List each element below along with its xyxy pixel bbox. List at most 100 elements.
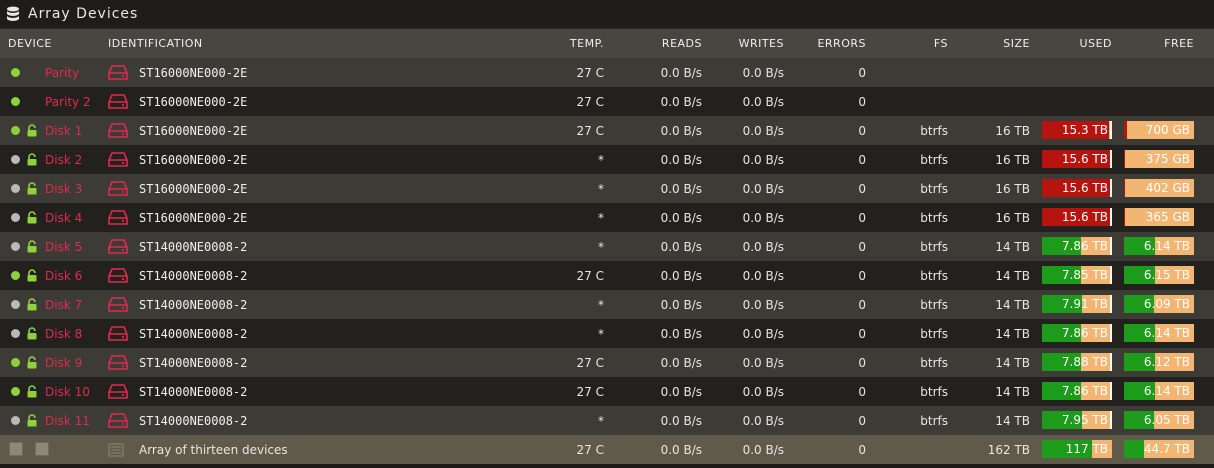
device-row: Parity ST16000NE000-2E 27 C 0.0 B/s 0.0 … bbox=[0, 58, 1214, 87]
hard-drive-icon[interactable] bbox=[108, 412, 128, 429]
status-dot-icon bbox=[11, 271, 20, 280]
device-row: Disk 8 ST14000NE0008-2 * 0.0 B/s 0.0 B/s… bbox=[0, 319, 1214, 348]
device-row: Parity 2 ST16000NE000-2E 27 C 0.0 B/s 0.… bbox=[0, 87, 1214, 116]
device-name-link[interactable]: Disk 6 bbox=[45, 261, 82, 290]
status-dot-icon bbox=[11, 184, 20, 193]
unlock-icon bbox=[27, 414, 37, 427]
reads-value: 0.0 B/s bbox=[660, 384, 702, 399]
device-name-link[interactable]: Parity bbox=[45, 58, 79, 87]
device-row: Disk 3 ST16000NE000-2E * 0.0 B/s 0.0 B/s… bbox=[0, 174, 1214, 203]
device-name-link[interactable]: Disk 10 bbox=[45, 377, 90, 406]
device-identification[interactable]: ST14000NE0008-2 bbox=[139, 319, 251, 348]
device-identification[interactable]: ST14000NE0008-2 bbox=[139, 290, 251, 319]
unlock-icon bbox=[27, 124, 37, 137]
hard-drive-icon[interactable] bbox=[108, 267, 128, 284]
temp-value: * bbox=[598, 326, 604, 341]
size-value: 14 TB bbox=[995, 239, 1030, 254]
reads-value: 0.0 B/s bbox=[660, 94, 702, 109]
temp-value: * bbox=[598, 210, 604, 225]
fs-value: btrfs bbox=[920, 239, 948, 254]
device-identification[interactable]: ST16000NE000-2E bbox=[139, 145, 251, 174]
used-bar: 7.95 TB bbox=[1042, 411, 1112, 429]
panel-titlebar: Array Devices bbox=[0, 0, 1214, 29]
hard-drive-icon[interactable] bbox=[108, 354, 128, 371]
device-identification[interactable]: ST16000NE000-2E bbox=[139, 203, 251, 232]
device-row: Disk 2 ST16000NE000-2E * 0.0 B/s 0.0 B/s… bbox=[0, 145, 1214, 174]
device-identification[interactable]: ST16000NE000-2E bbox=[139, 116, 251, 145]
device-identification[interactable]: ST14000NE0008-2 bbox=[139, 377, 251, 406]
device-row: Disk 11 ST14000NE0008-2 * 0.0 B/s 0.0 B/… bbox=[0, 406, 1214, 435]
total-errors: 0 bbox=[858, 442, 866, 457]
hard-drive-icon[interactable] bbox=[108, 64, 128, 81]
free-value: 6.14 TB bbox=[1143, 384, 1190, 398]
used-bar: 7.86 TB bbox=[1042, 382, 1112, 400]
hard-drive-icon[interactable] bbox=[108, 209, 128, 226]
device-identification[interactable]: ST14000NE0008-2 bbox=[139, 232, 251, 261]
used-value: 7.95 TB bbox=[1061, 413, 1108, 427]
unlock-icon bbox=[27, 182, 37, 195]
free-bar: 402 GB bbox=[1124, 179, 1194, 197]
writes-value: 0.0 B/s bbox=[742, 326, 784, 341]
free-bar: 6.14 TB bbox=[1124, 237, 1194, 255]
temp-value: 27 C bbox=[576, 94, 604, 109]
fs-value: btrfs bbox=[920, 210, 948, 225]
device-name-link[interactable]: Disk 7 bbox=[45, 290, 82, 319]
hard-drive-icon[interactable] bbox=[108, 238, 128, 255]
writes-value: 0.0 B/s bbox=[742, 384, 784, 399]
free-value: 365 GB bbox=[1145, 210, 1190, 224]
device-name-link[interactable]: Disk 11 bbox=[45, 406, 90, 435]
hard-drive-icon[interactable] bbox=[108, 383, 128, 400]
device-name-link[interactable]: Disk 2 bbox=[45, 145, 82, 174]
device-name-link[interactable]: Disk 1 bbox=[45, 116, 82, 145]
device-identification[interactable]: ST16000NE000-2E bbox=[139, 174, 251, 203]
device-identification[interactable]: ST14000NE0008-2 bbox=[139, 348, 251, 377]
collapse-down-button[interactable] bbox=[9, 442, 23, 456]
size-value: 14 TB bbox=[995, 326, 1030, 341]
errors-value: 0 bbox=[858, 268, 866, 283]
used-bar: 7.91 TB bbox=[1042, 295, 1112, 313]
hard-drive-icon[interactable] bbox=[108, 93, 128, 110]
device-row: Disk 4 ST16000NE000-2E * 0.0 B/s 0.0 B/s… bbox=[0, 203, 1214, 232]
reads-value: 0.0 B/s bbox=[660, 65, 702, 80]
device-identification[interactable]: ST14000NE0008-2 bbox=[139, 261, 251, 290]
status-dot-icon bbox=[11, 155, 20, 164]
device-name-link[interactable]: Disk 4 bbox=[45, 203, 82, 232]
device-identification[interactable]: ST16000NE000-2E bbox=[139, 58, 251, 87]
used-value: 7.91 TB bbox=[1061, 297, 1108, 311]
col-free: FREE bbox=[1164, 37, 1194, 50]
used-bar: 7.86 TB bbox=[1042, 324, 1112, 342]
unlock-icon bbox=[27, 298, 37, 311]
list-icon bbox=[108, 443, 124, 457]
hard-drive-icon[interactable] bbox=[108, 180, 128, 197]
free-bar: 6.15 TB bbox=[1124, 266, 1194, 284]
errors-value: 0 bbox=[858, 413, 866, 428]
device-name-link[interactable]: Parity 2 bbox=[45, 87, 91, 116]
device-name-link[interactable]: Disk 3 bbox=[45, 174, 82, 203]
hard-drive-icon[interactable] bbox=[108, 151, 128, 168]
collapse-up-button[interactable] bbox=[35, 442, 49, 456]
hard-drive-icon[interactable] bbox=[108, 325, 128, 342]
writes-value: 0.0 B/s bbox=[742, 94, 784, 109]
used-bar-marker bbox=[1110, 121, 1112, 139]
size-value: 14 TB bbox=[995, 297, 1030, 312]
status-dot-icon bbox=[11, 329, 20, 338]
fs-value bbox=[890, 58, 948, 87]
fs-value: btrfs bbox=[920, 268, 948, 283]
device-row: Disk 7 ST14000NE0008-2 * 0.0 B/s 0.0 B/s… bbox=[0, 290, 1214, 319]
total-free-fill bbox=[1124, 440, 1144, 458]
free-value: 6.12 TB bbox=[1143, 355, 1190, 369]
hard-drive-icon[interactable] bbox=[108, 296, 128, 313]
writes-value: 0.0 B/s bbox=[742, 65, 784, 80]
device-identification[interactable]: ST16000NE000-2E bbox=[139, 87, 251, 116]
table-header: DEVICE IDENTIFICATION TEMP. READS WRITES… bbox=[0, 29, 1214, 58]
status-dot-icon bbox=[11, 300, 20, 309]
device-name-link[interactable]: Disk 9 bbox=[45, 348, 82, 377]
device-name-link[interactable]: Disk 5 bbox=[45, 232, 82, 261]
temp-value: * bbox=[598, 413, 604, 428]
device-identification[interactable]: ST14000NE0008-2 bbox=[139, 406, 251, 435]
total-size: 162 TB bbox=[987, 442, 1030, 457]
errors-value: 0 bbox=[858, 384, 866, 399]
size-value: 16 TB bbox=[995, 210, 1030, 225]
hard-drive-icon[interactable] bbox=[108, 122, 128, 139]
device-name-link[interactable]: Disk 8 bbox=[45, 319, 82, 348]
